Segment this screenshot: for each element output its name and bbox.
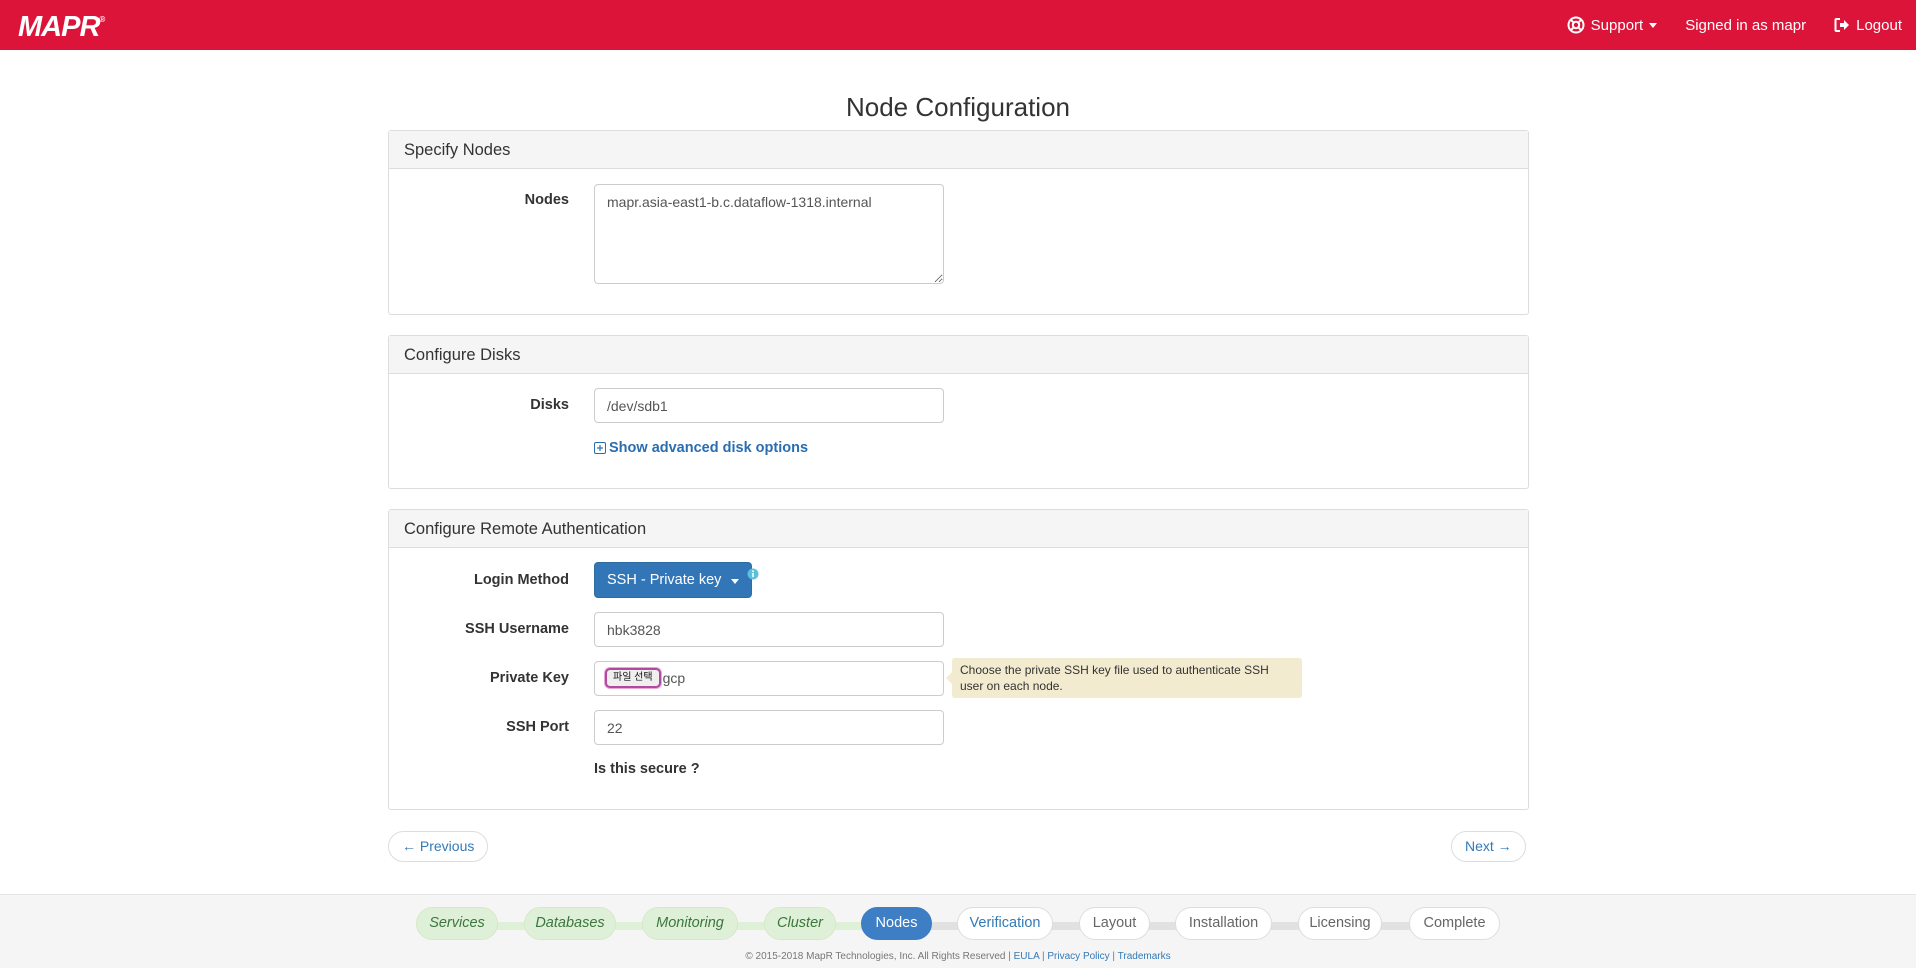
signed-in-user[interactable]: Signed in as mapr <box>1685 17 1806 34</box>
step-services[interactable]: Services <box>416 907 498 940</box>
is-this-secure-link[interactable]: Is this secure ? <box>594 761 700 777</box>
specify-nodes-heading: Specify Nodes <box>389 131 1528 169</box>
show-advanced-disk-options-link[interactable]: Show advanced disk options <box>594 440 808 456</box>
top-navbar: MAPR® Support Signed in as mapr Logout <box>0 0 1916 50</box>
ssh-port-label: SSH Port <box>506 719 569 735</box>
chevron-down-icon <box>1649 22 1658 28</box>
login-method-dropdown[interactable]: SSH - Private key <box>594 562 753 598</box>
page-title: Node Configuration <box>845 92 1071 122</box>
footer-separator: | <box>1042 951 1045 962</box>
plus-square-icon <box>594 442 606 454</box>
advanced-link-label: Show advanced disk options <box>609 440 809 456</box>
eula-link[interactable]: EULA <box>1014 951 1040 962</box>
private-key-tooltip: Choose the private SSH key file used to … <box>946 658 1302 698</box>
mapr-logo[interactable]: MAPR® <box>18 11 105 44</box>
step-monitoring[interactable]: Monitoring <box>642 907 738 940</box>
step-cluster[interactable]: Cluster <box>764 907 836 940</box>
step-layout[interactable]: Layout <box>1079 907 1150 940</box>
step-databases[interactable]: Databases <box>524 907 616 940</box>
chevron-down-icon <box>731 579 740 584</box>
copyright-line: © 2015-2018 MapR Technologies, Inc. All … <box>0 951 1916 962</box>
private-key-file-name: gcp <box>662 670 686 686</box>
remote-auth-panel: Configure Remote Authentication Login Me… <box>388 509 1529 810</box>
logout-button[interactable]: Logout <box>1834 17 1902 34</box>
privacy-policy-link[interactable]: Privacy Policy <box>1047 951 1109 962</box>
private-key-file-input[interactable]: 파일 선택 gcp <box>594 661 944 696</box>
logout-icon <box>1834 18 1850 32</box>
support-menu[interactable]: Support <box>1567 16 1658 34</box>
step-nodes[interactable]: Nodes <box>861 907 932 940</box>
step-installation[interactable]: Installation <box>1175 907 1272 940</box>
login-method-value: SSH - Private key <box>607 572 722 588</box>
next-button[interactable]: Next → <box>1451 831 1526 862</box>
configure-disks-panel: Configure Disks Disks Show advanced disk… <box>388 335 1529 489</box>
disks-input[interactable] <box>594 388 944 423</box>
choose-file-button[interactable]: 파일 선택 <box>605 668 661 688</box>
support-label: Support <box>1590 16 1644 34</box>
navbar-right: Support Signed in as mapr Logout <box>1567 0 1916 50</box>
footer: Services Databases Monitoring Cluster No… <box>0 894 1916 968</box>
signed-in-label: Signed in as mapr <box>1685 16 1807 34</box>
specify-nodes-panel: Specify Nodes Nodes mapr.asia-east1-b.c.… <box>388 130 1529 315</box>
nodes-textarea[interactable]: mapr.asia-east1-b.c.dataflow-1318.intern… <box>594 184 944 284</box>
copyright-text: © 2015-2018 MapR Technologies, Inc. All … <box>745 951 1011 962</box>
disks-label: Disks <box>530 397 569 413</box>
lifebuoy-icon <box>1567 16 1585 34</box>
previous-button[interactable]: ← Previous <box>388 831 489 862</box>
step-verification[interactable]: Verification <box>957 907 1053 940</box>
ssh-port-input[interactable] <box>594 710 944 745</box>
footer-separator: | <box>1112 951 1116 962</box>
logo-text: MAPR <box>18 11 100 43</box>
step-licensing[interactable]: Licensing <box>1298 907 1382 940</box>
step-complete[interactable]: Complete <box>1409 907 1500 940</box>
nodes-label: Nodes <box>524 192 569 208</box>
remote-auth-heading: Configure Remote Authentication <box>389 510 1528 548</box>
configure-disks-heading: Configure Disks <box>389 336 1528 374</box>
info-circle-icon[interactable] <box>747 568 759 580</box>
private-key-label: Private Key <box>490 670 569 686</box>
ssh-username-input[interactable] <box>594 612 944 647</box>
logo-registered-mark: ® <box>99 15 105 24</box>
logout-label: Logout <box>1856 16 1902 34</box>
login-method-label: Login Method <box>473 572 569 588</box>
trademarks-link[interactable]: Trademarks <box>1118 951 1171 962</box>
ssh-username-label: SSH Username <box>465 621 569 637</box>
